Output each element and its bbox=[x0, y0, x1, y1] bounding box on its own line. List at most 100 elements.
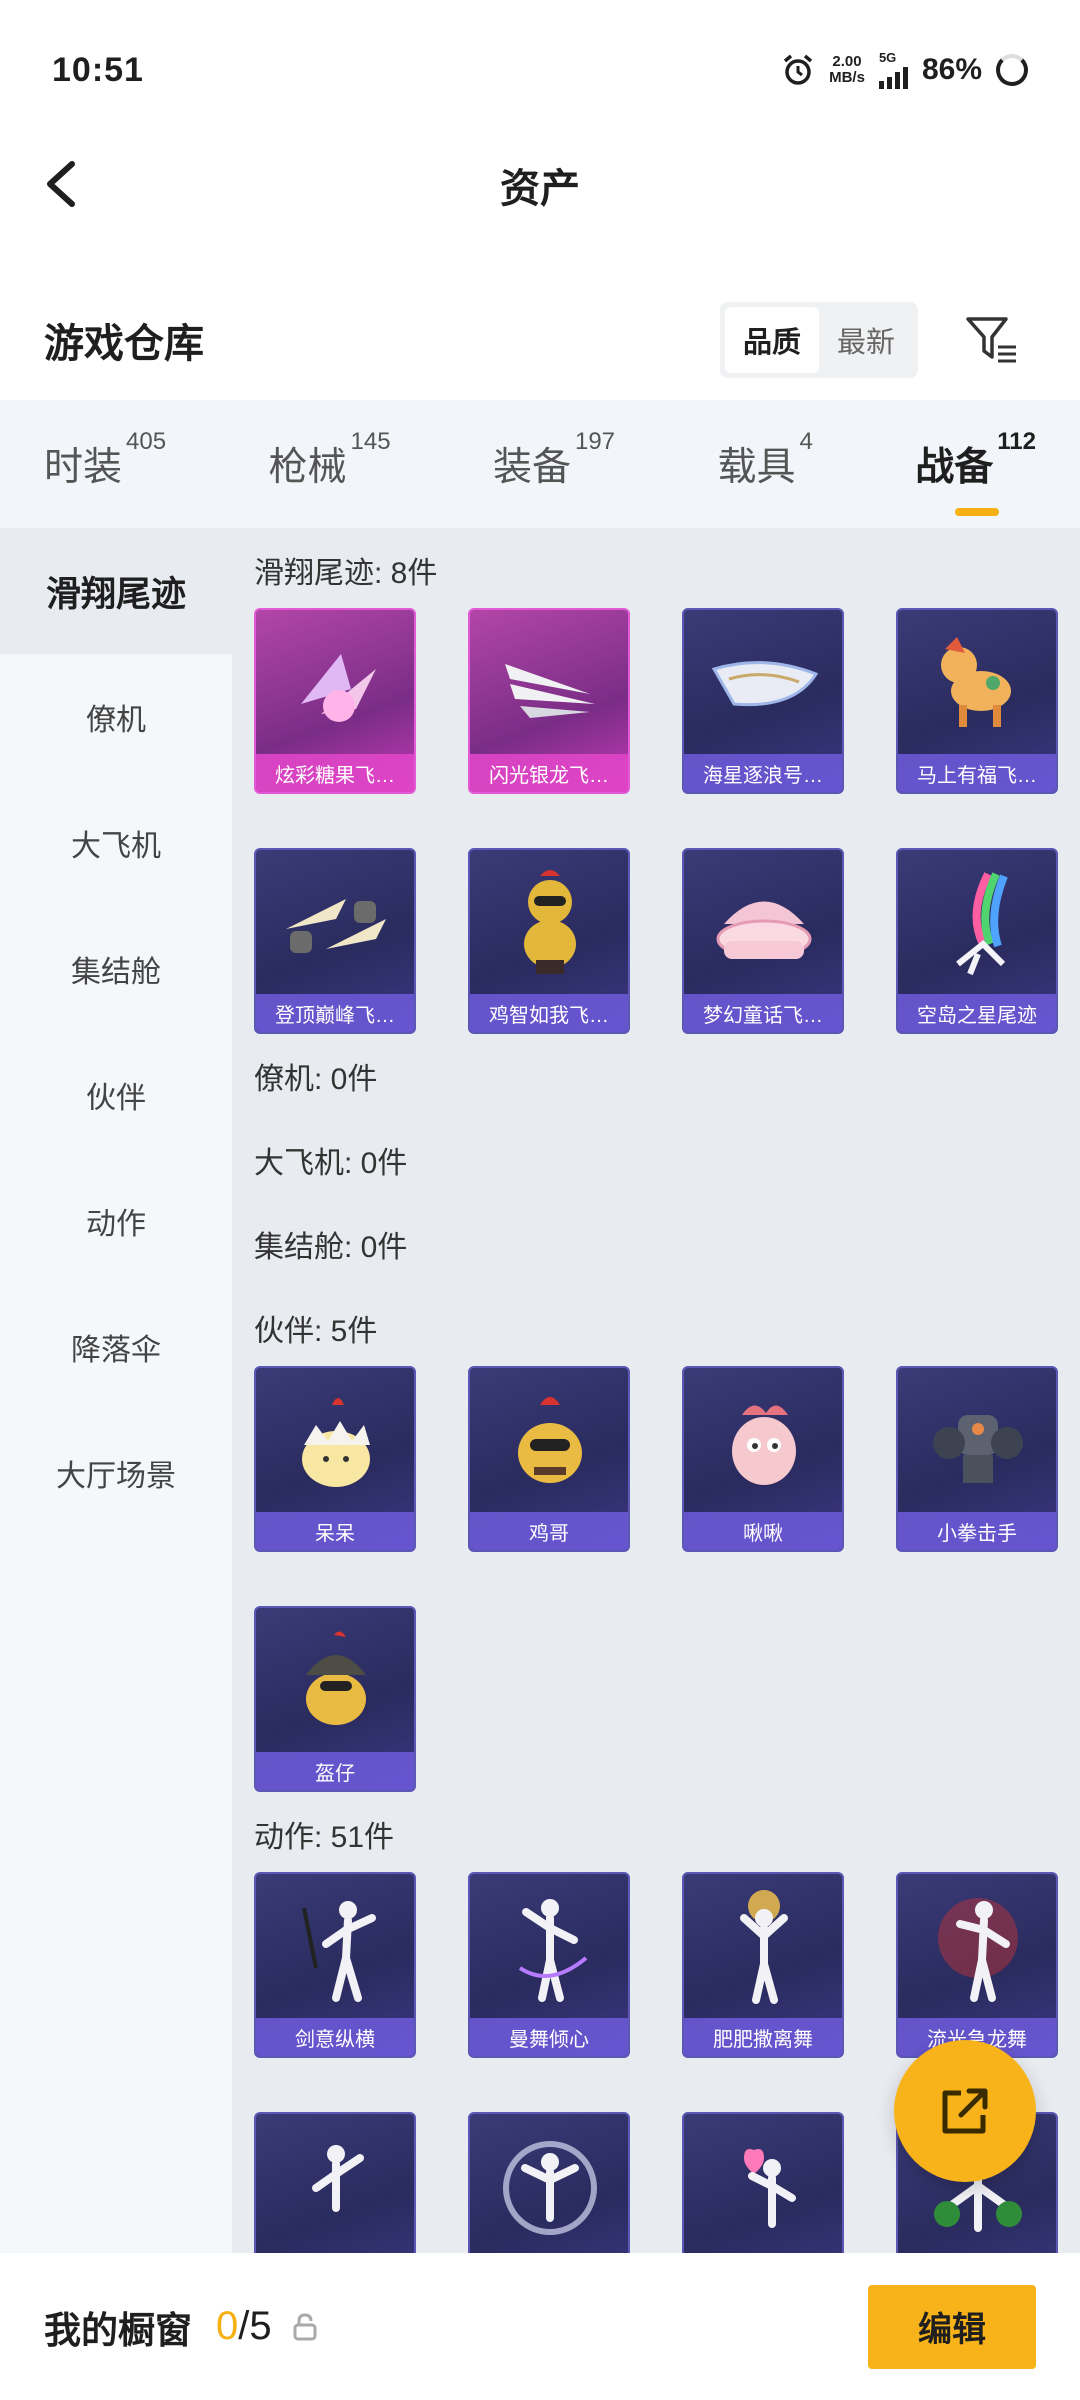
network-type: 5G bbox=[878, 50, 897, 65]
warehouse-header: 游戏仓库 品质 最新 bbox=[0, 290, 1080, 390]
dragon-dance-figure-icon bbox=[898, 1874, 1056, 2022]
candy-wings-icon bbox=[256, 610, 414, 758]
item-card[interactable]: 炫彩糖果飞… bbox=[254, 608, 416, 794]
section-title-partner: 伙伴: 5件 bbox=[254, 1315, 378, 1348]
item-card[interactable]: 空岛之星尾迹 bbox=[896, 848, 1058, 1034]
sidebar-item-parachute[interactable]: 降落伞 bbox=[0, 1284, 232, 1410]
sidebar: 滑翔尾迹 僚机 大飞机 集结舱 伙伴 动作 降落伞 大厅场景 bbox=[0, 528, 232, 2253]
item-card[interactable]: 鸡智如我飞… bbox=[468, 848, 630, 1034]
dance-figure-icon bbox=[256, 2114, 414, 2253]
tab-count: 145 bbox=[350, 428, 391, 455]
category-tabs: 时装 405 枪械 145 装备 197 载具 4 战备 112 bbox=[0, 400, 1080, 528]
rooster-icon bbox=[470, 1368, 628, 1516]
section-heading: 游戏仓库 bbox=[44, 322, 204, 366]
showcase-total: /5 bbox=[238, 2304, 272, 2348]
item-card[interactable]: 鸡哥 bbox=[468, 1366, 630, 1552]
item-label: 盔仔 bbox=[256, 1752, 414, 1790]
page-title: 资产 bbox=[500, 167, 580, 211]
item-card[interactable]: 小拳击手 bbox=[896, 1366, 1058, 1552]
tab-battle-prep[interactable]: 战备 112 bbox=[915, 428, 1036, 516]
item-label: 登顶巅峰飞… bbox=[256, 994, 414, 1032]
edit-button[interactable]: 编辑 bbox=[868, 2284, 1036, 2369]
net-speed-value: 2.00 bbox=[832, 53, 862, 70]
item-card[interactable]: 马上有福飞… bbox=[896, 608, 1058, 794]
item-card[interactable]: 闪光银龙飞… bbox=[468, 608, 630, 794]
sidebar-item-partner[interactable]: 伙伴 bbox=[0, 1032, 232, 1158]
item-card[interactable]: 肥肥撒离舞 bbox=[682, 1872, 844, 2058]
section-title-plane: 大飞机: 0件 bbox=[254, 1147, 408, 1180]
item-card[interactable]: 登顶巅峰飞… bbox=[254, 848, 416, 1034]
sidebar-item-big-plane[interactable]: 大飞机 bbox=[0, 780, 232, 906]
showcase-current: 0 bbox=[216, 2304, 239, 2348]
pink-bird-icon bbox=[684, 1368, 842, 1516]
fairytale-bed-icon bbox=[684, 850, 842, 998]
tab-label: 时装 bbox=[44, 446, 123, 489]
item-label: 空岛之星尾迹 bbox=[898, 994, 1056, 1032]
item-card[interactable]: 呆呆 bbox=[254, 1366, 416, 1552]
item-label: 马上有福飞… bbox=[898, 754, 1056, 792]
sidebar-item-capsule[interactable]: 集结舱 bbox=[0, 906, 232, 1032]
helmet-chick-icon bbox=[256, 1608, 414, 1756]
nav-bar: 资产 bbox=[0, 140, 1080, 230]
tab-equipment[interactable]: 装备 197 bbox=[493, 428, 615, 492]
summit-jets-icon bbox=[256, 850, 414, 998]
back-icon[interactable] bbox=[36, 154, 96, 214]
tab-vehicles[interactable]: 载具 4 bbox=[717, 428, 812, 492]
status-bar: 10:51 2.00 MB/s 5G 86% bbox=[0, 0, 1080, 140]
graceful-dance-figure-icon bbox=[470, 1874, 628, 2022]
boxer-robot-icon bbox=[898, 1368, 1056, 1516]
item-label: 曼舞倾心 bbox=[470, 2018, 628, 2056]
sidebar-item-lobby-scene[interactable]: 大厅场景 bbox=[0, 1410, 232, 1536]
battery-icon bbox=[996, 54, 1028, 86]
section-title-wingman: 僚机: 0件 bbox=[254, 1063, 378, 1096]
partner-grid: 呆呆 鸡哥 啾啾 小拳击手 盔仔 bbox=[254, 1366, 1080, 1792]
tab-count: 112 bbox=[997, 428, 1036, 455]
sword-dance-figure-icon bbox=[256, 1874, 414, 2022]
bubble-dance-figure-icon bbox=[470, 2114, 628, 2253]
item-list: 滑翔尾迹: 8件 炫彩糖果飞… 闪光银龙飞… 海星逐浪号… 马上有福飞… 登顶巅… bbox=[232, 528, 1080, 2253]
tab-count: 4 bbox=[799, 428, 813, 455]
sort-quality-button[interactable]: 品质 bbox=[724, 307, 819, 373]
starfish-boat-icon bbox=[684, 610, 842, 758]
tab-label: 载具 bbox=[717, 446, 796, 489]
item-label: 闪光银龙飞… bbox=[470, 754, 628, 792]
signal: 5G bbox=[878, 50, 908, 89]
item-label: 鸡智如我飞… bbox=[470, 994, 628, 1032]
sort-toggle: 品质 最新 bbox=[719, 302, 918, 378]
item-label: 小拳击手 bbox=[898, 1512, 1056, 1550]
status-time: 10:51 bbox=[52, 50, 144, 89]
status-icons: 2.00 MB/s 5G 86% bbox=[781, 51, 1028, 89]
firework-dance-figure-icon bbox=[684, 1874, 842, 2022]
item-label: 鸡哥 bbox=[470, 1512, 628, 1550]
tab-count: 405 bbox=[126, 428, 167, 455]
sidebar-item-emote[interactable]: 动作 bbox=[0, 1158, 232, 1284]
item-card[interactable] bbox=[682, 2112, 844, 2253]
item-label: 呆呆 bbox=[256, 1512, 414, 1550]
item-label: 剑意纵横 bbox=[256, 2018, 414, 2056]
item-card[interactable]: 曼舞倾心 bbox=[468, 1872, 630, 2058]
tab-guns[interactable]: 枪械 145 bbox=[268, 428, 390, 492]
tab-count: 197 bbox=[574, 428, 616, 455]
lock-icon bbox=[293, 2312, 317, 2340]
share-button[interactable] bbox=[894, 2040, 1036, 2182]
section-title-emote: 动作: 51件 bbox=[254, 1821, 395, 1854]
sort-newest-button[interactable]: 最新 bbox=[819, 307, 913, 373]
filter-icon[interactable] bbox=[960, 309, 1022, 371]
item-card[interactable] bbox=[254, 2112, 416, 2253]
item-card[interactable]: 梦幻童话飞… bbox=[682, 848, 844, 1034]
sidebar-item-wingman[interactable]: 僚机 bbox=[0, 654, 232, 780]
heart-dance-figure-icon bbox=[684, 2114, 842, 2253]
item-card[interactable]: 海星逐浪号… bbox=[682, 608, 844, 794]
item-card[interactable]: 啾啾 bbox=[682, 1366, 844, 1552]
silver-dragon-wings-icon bbox=[470, 610, 628, 758]
toy-horse-icon bbox=[898, 610, 1056, 758]
tab-fashion[interactable]: 时装 405 bbox=[44, 428, 166, 492]
item-card[interactable]: 剑意纵横 bbox=[254, 1872, 416, 2058]
item-card[interactable]: 盔仔 bbox=[254, 1606, 416, 1792]
active-tab-indicator bbox=[955, 508, 1000, 516]
item-card[interactable]: 流光急龙舞 bbox=[896, 1872, 1058, 2058]
sidebar-item-glide-trail[interactable]: 滑翔尾迹 bbox=[0, 528, 232, 654]
item-card[interactable] bbox=[468, 2112, 630, 2253]
showcase-count: 0/5 bbox=[216, 2304, 272, 2349]
glide-grid: 炫彩糖果飞… 闪光银龙飞… 海星逐浪号… 马上有福飞… 登顶巅峰飞… 鸡智如我飞… bbox=[254, 608, 1080, 1034]
